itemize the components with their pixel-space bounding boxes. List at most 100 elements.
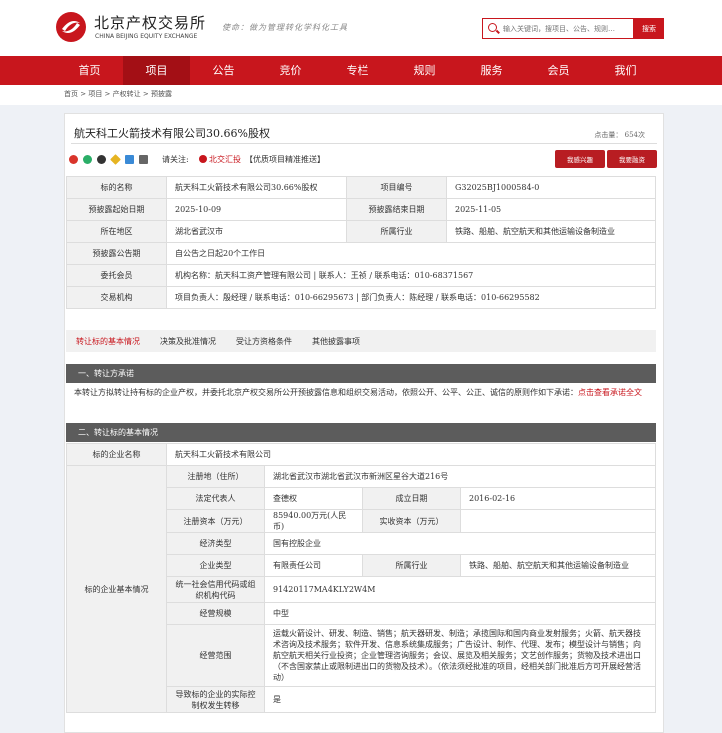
cell-label: 标的企业基本情况 [66,465,167,713]
cell-label: 成立日期 [362,487,461,510]
finance-button[interactable]: 我要融资 [607,150,657,168]
bjx-logo-icon [199,155,207,163]
commitment-text: 本转让方拟转让持有标的企业产权，并委托北京产权交易所公开预披露信息和组织交易活动… [74,385,646,401]
cell-label: 导致标的企业的实际控制权发生转移 [166,686,265,713]
follow-label: 请关注: [162,155,189,164]
cell-label: 注册资本（万元） [166,509,265,533]
site-header: 北京产权交易所 CHINA BEIJING EQUITY EXCHANGE 使命… [0,0,722,56]
table-row: 标的名称 航天科工火箭技术有限公司30.66%股权 项目编号 G32025BJ1… [66,176,656,199]
search-input[interactable] [503,21,631,36]
cell-value: 中型 [264,602,656,625]
star-icon[interactable] [110,153,121,165]
table-row: 预披露公告期 自公告之日起20个工作日 [66,242,656,265]
detail-tabs: 转让标的基本情况 决策及批准情况 受让方资格条件 其他披露事项 [66,330,656,352]
cell-label: 所属行业 [346,220,447,243]
cell-value: 铁路、船舶、航空航天和其他运输设备制造业 [446,220,656,243]
cell-value: 运载火箭设计、研发、制造、销售；航天器研发、制造；承揽国际和国内商业发射服务；火… [264,624,656,687]
cell-label: 交易机构 [66,286,167,309]
cell-label: 项目编号 [346,176,447,199]
cell-label: 所属行业 [362,554,461,577]
cell-label: 经营规模 [166,602,265,625]
cell-value: 2025-11-05 [446,198,656,221]
page-title: 航天科工火箭技术有限公司30.66%股权 [74,127,270,140]
section-header: 一、转让方承诺 [66,364,656,383]
nav-item-projects[interactable]: 项目 [123,56,190,85]
cell-label: 法定代表人 [166,487,265,510]
logo-icon[interactable] [56,12,86,42]
table-row: 委托会员 机构名称：航天科工资产管理有限公司 | 联系人：王祯 / 联系电话：0… [66,264,656,287]
wechat-icon[interactable] [83,154,92,164]
table-row: 交易机构 项目负责人：殷经理 / 联系电话：010-66295673 | 部门负… [66,286,656,309]
cell-value: 2016-02-16 [460,487,656,510]
table-row: 标的企业基本情况 注册地（住所） 湖北省武汉市湖北省武汉市新洲区星谷大道216号 [66,465,656,713]
cell-label: 预披露结束日期 [346,198,447,221]
weibo-icon[interactable] [69,154,78,164]
cell-value: 机构名称：航天科工资产管理有限公司 | 联系人：王祯 / 联系电话：010-68… [166,264,656,287]
cell-value: 91420117MA4KLY2W4M [264,576,656,603]
cell-value: 项目负责人：殷经理 / 联系电话：010-66295673 | 部门负责人：陈经… [166,286,656,309]
logo-title[interactable]: 北京产权交易所 [94,12,206,33]
commitment-body: 本转让方拟转让持有标的企业产权，并委托北京产权交易所公开预披露信息和组织交易活动… [74,388,578,397]
follow-tag-text: 北交汇投 [209,155,241,164]
nav-item-home[interactable]: 首页 [56,56,123,85]
cell-label: 所在地区 [66,220,167,243]
share-bar [69,152,153,166]
tab-decision[interactable]: 决策及批准情况 [150,336,226,347]
nav-item-columns[interactable]: 专栏 [324,56,391,85]
cell-label: 预披露公告期 [66,242,167,265]
section-header: 二、转让标的基本情况 [66,423,656,442]
search-box [482,18,634,39]
nav-item-about[interactable]: 我们 [592,56,659,85]
cell-label: 注册地（住所） [166,465,265,488]
cell-value: 铁路、船舶、航空航天和其他运输设备制造业 [460,554,656,577]
project-panel: 航天科工火箭技术有限公司30.66%股权 点击量： 654次 请关注: 北交汇投… [64,113,664,733]
nav-item-rules[interactable]: 规则 [391,56,458,85]
click-count: 点击量： 654次 [594,131,645,139]
table-row: 所在地区 湖北省武汉市 所属行业 铁路、船舶、航空航天和其他运输设备制造业 [66,220,656,243]
search-icon [488,23,497,32]
cell-label: 经济类型 [166,532,265,555]
print-icon[interactable] [139,154,148,164]
cell-value: G32025BJ1000584-0 [446,176,656,199]
nav-item-bidding[interactable]: 竞价 [257,56,324,85]
search-button[interactable]: 搜索 [634,18,664,39]
cell-value: 自公告之日起20个工作日 [166,242,656,265]
tab-other[interactable]: 其他披露事项 [302,336,370,347]
slogan: 使命：做为管理转化学科化工具 [222,23,348,32]
cell-label: 统一社会信用代码或组织机构代码 [166,576,265,603]
nav-item-members[interactable]: 会员 [525,56,592,85]
project-info-table: 标的名称 航天科工火箭技术有限公司30.66%股权 项目编号 G32025BJ1… [66,176,656,309]
cell-label: 预披露起始日期 [66,198,167,221]
follow-description: 【优质项目精准推送】 [245,155,325,164]
cell-value: 湖北省武汉市湖北省武汉市新洲区星谷大道216号 [264,465,656,488]
qq-icon[interactable] [97,154,106,164]
cell-value [460,509,656,533]
cell-label: 委托会员 [66,264,167,287]
cell-value: 2025-10-09 [166,198,347,221]
cell-value: 湖北省武汉市 [166,220,347,243]
nav-item-services[interactable]: 服务 [458,56,525,85]
target-info-table: 标的企业名称 航天科工火箭技术有限公司 标的企业基本情况 注册地（住所） 湖北省… [66,443,656,713]
follow-link[interactable]: 北交汇投 [199,154,241,165]
cell-value: 国有控股企业 [264,532,656,555]
nav-item-announcements[interactable]: 公告 [190,56,257,85]
cell-label: 标的名称 [66,176,167,199]
commitment-link[interactable]: 点击查看承诺全文 [578,388,642,397]
tab-target-info[interactable]: 转让标的基本情况 [66,336,150,347]
cell-value: 查德权 [264,487,363,510]
table-row: 预披露起始日期 2025-10-09 预披露结束日期 2025-11-05 [66,198,656,221]
divider [71,143,657,144]
cell-value: 有限责任公司 [264,554,363,577]
logo-subtitle: CHINA BEIJING EQUITY EXCHANGE [95,33,198,40]
cell-label: 实收资本（万元） [362,509,461,533]
cell-value: 航天科工火箭技术有限公司 [166,443,656,466]
cell-value: 85940.00万元(人民币) [264,509,363,533]
interest-button[interactable]: 我感兴趣 [555,150,605,168]
cell-label: 企业类型 [166,554,265,577]
table-row: 标的企业名称 航天科工火箭技术有限公司 [66,443,656,466]
main-nav: 首页 项目 公告 竞价 专栏 规则 服务 会员 我们 [0,56,722,85]
tab-qualification[interactable]: 受让方资格条件 [226,336,302,347]
breadcrumb[interactable]: 首页 > 项目 > 产权转让 > 预披露 [0,85,722,105]
mail-icon[interactable] [125,154,134,164]
cell-value: 是 [264,686,656,713]
